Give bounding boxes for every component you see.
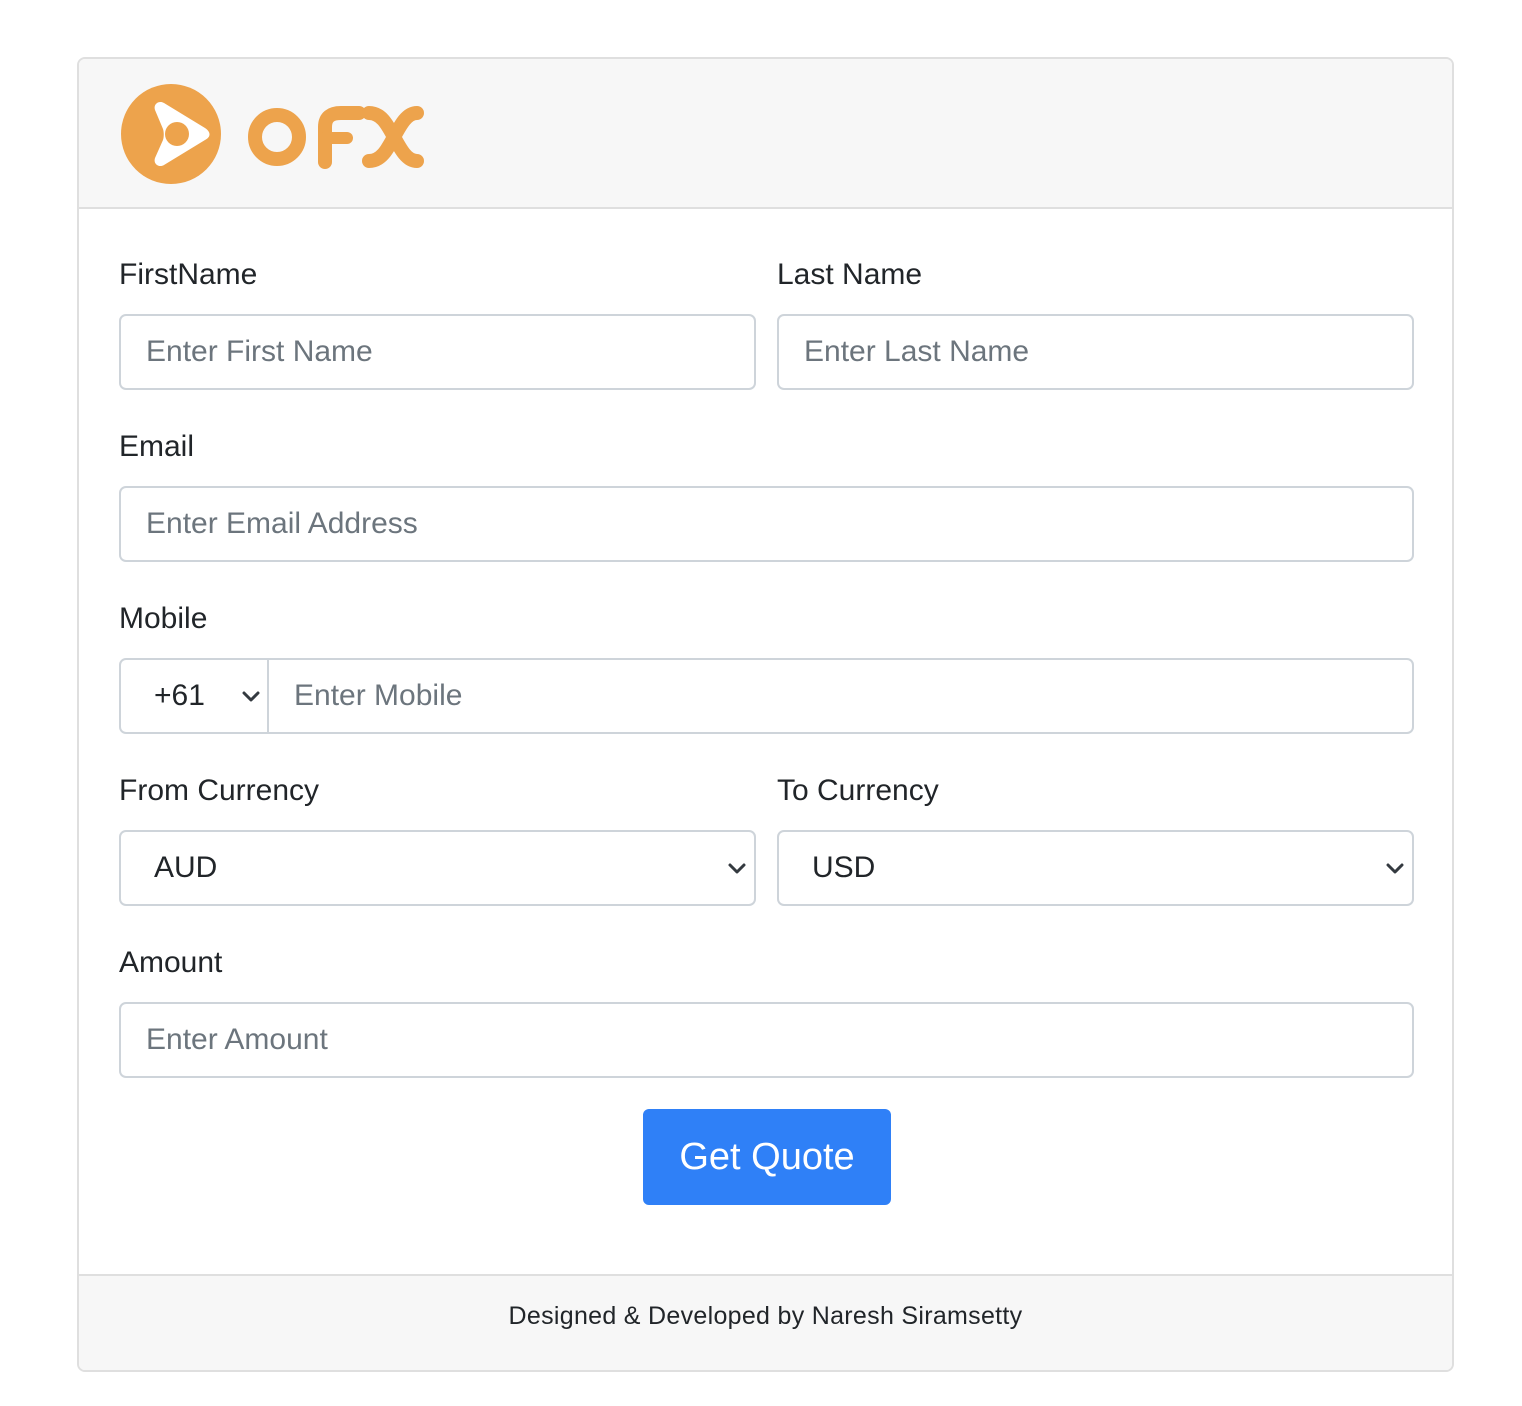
mobile-label: Mobile — [119, 602, 208, 635]
to-currency-select[interactable]: USD — [777, 830, 1414, 906]
card-header — [79, 59, 1452, 209]
email-label: Email — [119, 430, 195, 463]
last-name-label: Last Name — [777, 258, 923, 291]
ofx-logo — [121, 84, 424, 184]
first-name-label: FirstName — [119, 258, 258, 291]
chevron-down-icon — [1386, 863, 1404, 874]
get-quote-button[interactable]: Get Quote — [643, 1109, 891, 1205]
last-name-input[interactable] — [777, 314, 1414, 390]
chevron-down-icon — [728, 863, 746, 874]
country-code-select[interactable]: +61 — [119, 658, 269, 734]
mobile-input[interactable] — [267, 658, 1414, 734]
from-currency-label: From Currency — [119, 774, 320, 807]
country-code-value: +61 — [154, 679, 205, 712]
card-footer: Designed & Developed by Naresh Siramsett… — [79, 1274, 1452, 1370]
amount-input[interactable] — [119, 1002, 1414, 1078]
to-currency-value: USD — [812, 851, 876, 884]
chevron-down-icon — [242, 691, 260, 702]
from-currency-value: AUD — [154, 851, 218, 884]
first-name-input[interactable] — [119, 314, 756, 390]
email-input[interactable] — [119, 486, 1414, 562]
amount-label: Amount — [119, 946, 223, 979]
from-currency-select[interactable]: AUD — [119, 830, 756, 906]
to-currency-label: To Currency — [777, 774, 939, 807]
footer-credit: Designed & Developed by Naresh Siramsett… — [508, 1302, 1023, 1330]
quote-card: FirstName Last Name Email Mobile +61 Fro… — [77, 57, 1454, 1372]
